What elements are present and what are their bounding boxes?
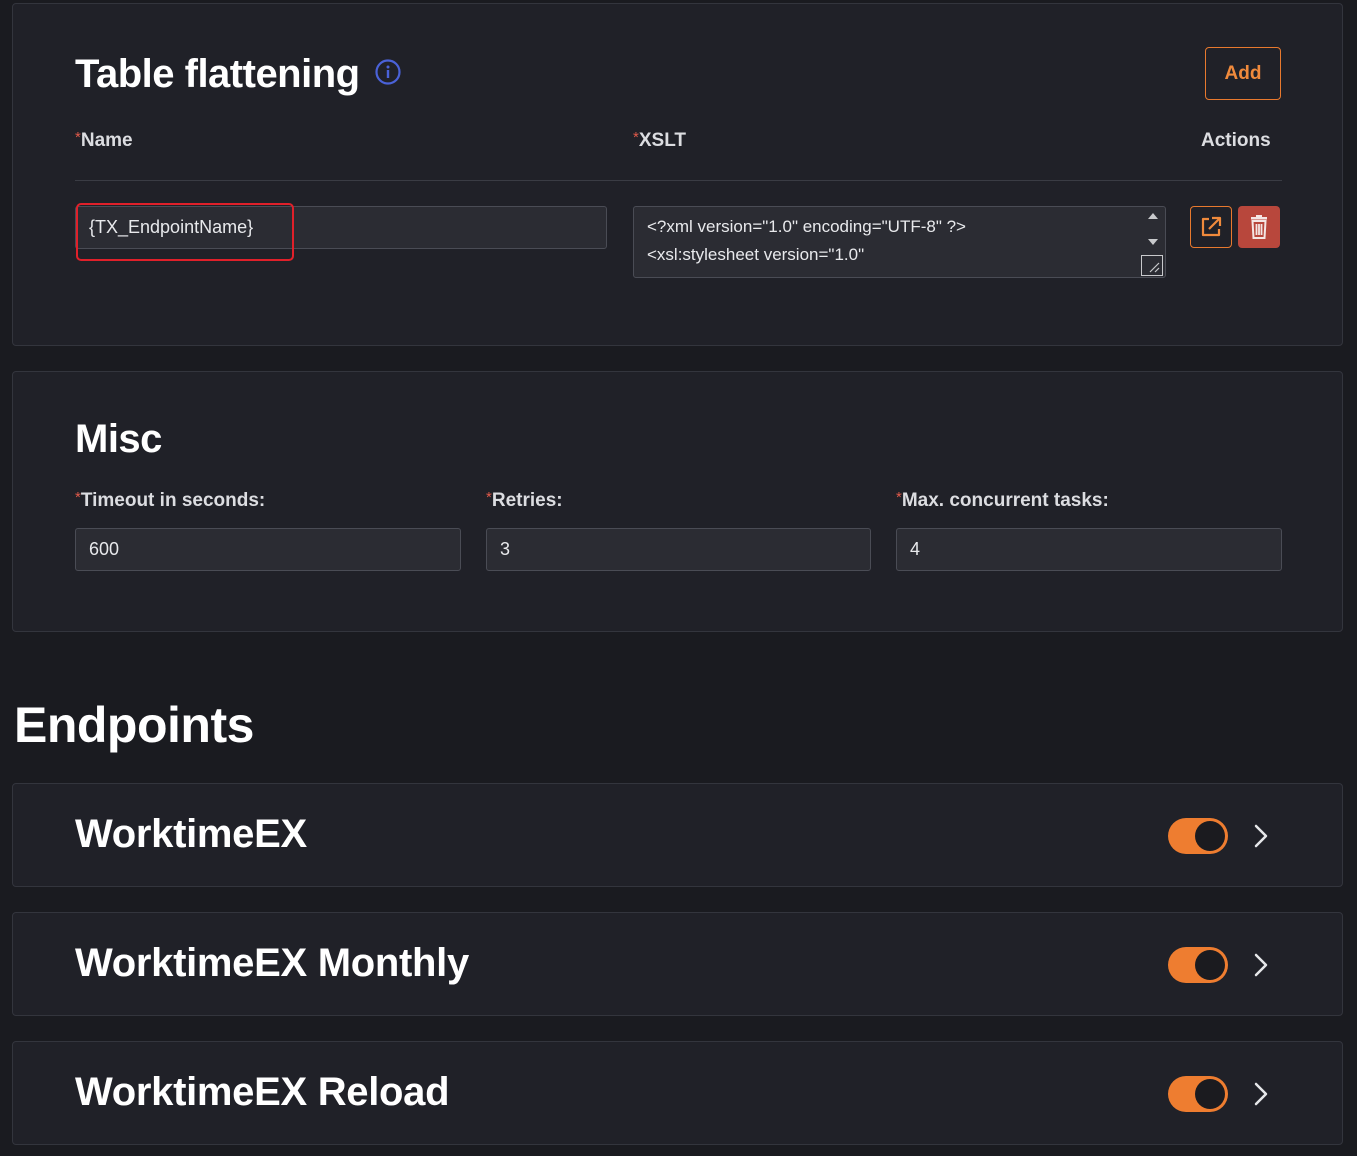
endpoint-name: WorktimeEX	[75, 812, 307, 856]
delete-button[interactable]	[1238, 206, 1280, 248]
retries-input[interactable]: 3	[486, 528, 871, 571]
misc-panel: Misc *Timeout in seconds: *Retries: *Max…	[12, 371, 1343, 632]
resize-handle-icon[interactable]	[1141, 255, 1163, 276]
xslt-column-header: *XSLT	[633, 129, 686, 151]
chevron-right-icon[interactable]	[1251, 950, 1271, 980]
table-flattening-title: Table flattening	[75, 52, 402, 99]
max-tasks-input[interactable]: 4	[896, 528, 1282, 571]
endpoint-toggle[interactable]	[1168, 947, 1228, 983]
misc-title: Misc	[75, 417, 162, 461]
endpoints-title: Endpoints	[14, 697, 254, 753]
timeout-input[interactable]: 600	[75, 528, 461, 571]
add-button[interactable]: Add	[1205, 47, 1281, 100]
toggle-knob	[1195, 1079, 1225, 1109]
endpoint-card[interactable]: WorktimeEX Monthly	[12, 912, 1343, 1016]
chevron-right-icon[interactable]	[1251, 1079, 1271, 1109]
actions-column-header: Actions	[1201, 130, 1271, 151]
chevron-right-icon[interactable]	[1251, 821, 1271, 851]
endpoint-toggle[interactable]	[1168, 1076, 1228, 1112]
table-flattening-panel: Table flattening Add *Name *XSLT Actions…	[12, 3, 1343, 346]
header-divider	[75, 180, 1282, 181]
endpoint-toggle[interactable]	[1168, 818, 1228, 854]
endpoint-card[interactable]: WorktimeEX Reload	[12, 1041, 1343, 1145]
toggle-knob	[1195, 950, 1225, 980]
endpoint-name: WorktimeEX Monthly	[75, 941, 469, 985]
retries-label: *Retries:	[486, 489, 563, 511]
endpoint-name: WorktimeEX Reload	[75, 1070, 450, 1114]
trash-icon	[1251, 215, 1267, 239]
max-tasks-label: *Max. concurrent tasks:	[896, 489, 1109, 511]
endpoint-card[interactable]: WorktimeEX	[12, 783, 1343, 887]
name-column-header: *Name	[75, 129, 133, 151]
edit-external-button[interactable]	[1190, 206, 1232, 248]
textarea-scrollbar[interactable]	[1143, 209, 1163, 253]
scroll-arrows-icon[interactable]	[1143, 209, 1163, 253]
toggle-knob	[1195, 821, 1225, 851]
name-input-highlight	[76, 203, 294, 261]
external-link-icon	[1201, 216, 1222, 237]
timeout-label: *Timeout in seconds:	[75, 489, 266, 511]
xslt-textarea[interactable]: <?xml version="1.0" encoding="UTF-8" ?> …	[633, 206, 1166, 278]
info-icon[interactable]	[374, 51, 402, 96]
